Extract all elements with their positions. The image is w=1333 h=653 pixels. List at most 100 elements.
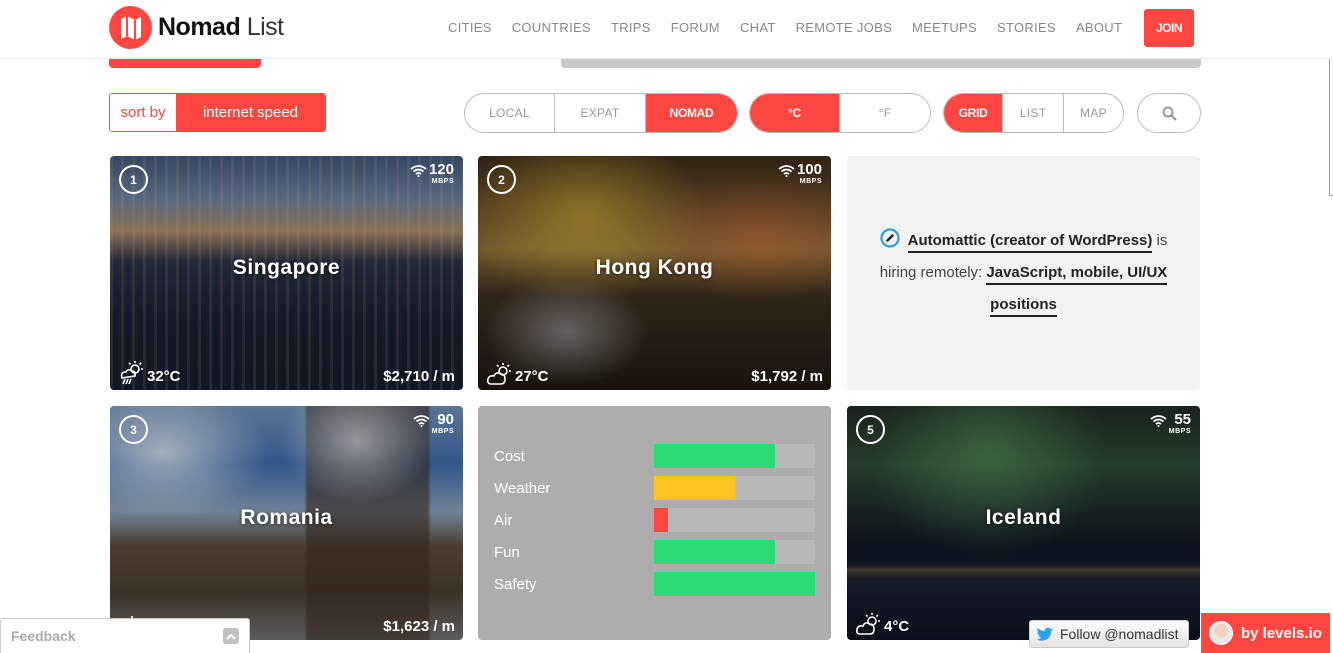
score-bar	[654, 572, 815, 596]
city-name: Hong Kong	[595, 256, 714, 279]
job-ad-text: Automattic (creator of WordPress) is hir…	[869, 225, 1178, 321]
wifi-icon	[778, 165, 795, 177]
feedback-widget[interactable]: Feedback	[0, 618, 250, 653]
score-row-weather: Weather	[494, 476, 815, 500]
cost-mode-expat[interactable]: EXPAT	[555, 94, 646, 132]
score-bar	[654, 508, 815, 532]
logo[interactable]: Nomad List	[109, 6, 284, 49]
made-by-label: by levels.io	[1241, 624, 1322, 642]
internet-speed: 120 MBPS	[410, 162, 454, 186]
feedback-label: Feedback	[11, 628, 76, 644]
cost-mode-nomad[interactable]: NOMAD	[646, 94, 737, 132]
score-label: Cost	[494, 447, 525, 465]
speed-value: 90	[437, 411, 454, 428]
score-bar-fill	[654, 572, 815, 596]
rank-badge: 2	[487, 165, 516, 194]
cost-mode-toggle: LOCAL EXPAT NOMAD	[464, 93, 738, 133]
brand-name: Nomad List	[158, 13, 284, 42]
search-button[interactable]	[1137, 93, 1201, 133]
hidden-grey-bar	[561, 59, 1201, 68]
follow-label: Follow @nomadlist	[1060, 626, 1179, 642]
speed-unit: MBPS	[1168, 428, 1191, 435]
hidden-red-bar	[109, 59, 261, 68]
city-card-singapore[interactable]: 1 120 MBPS Singapore 32°C $2,710 / m	[110, 156, 463, 390]
unit-celsius[interactable]: °C	[750, 94, 840, 132]
nav-trips[interactable]: TRIPS	[611, 20, 651, 35]
sort-by-control[interactable]: sort by internet speed	[109, 93, 326, 132]
weather: 27°C	[486, 362, 549, 386]
rain-sun-icon	[120, 361, 143, 385]
nav-remote-jobs[interactable]: REMOTE JOBS	[796, 20, 892, 35]
positions-link[interactable]: JavaScript, mobile, UI/UX positions	[986, 264, 1168, 317]
temperature-unit-toggle: °C °F	[749, 93, 931, 133]
author-avatar	[1209, 621, 1233, 645]
wifi-icon	[410, 165, 427, 177]
partly-cloudy-icon	[856, 613, 880, 635]
speed-value: 120	[428, 161, 454, 178]
twitter-bird-icon	[1036, 627, 1053, 641]
score-row-safety: Safety	[494, 572, 815, 596]
score-label: Safety	[494, 575, 537, 593]
score-label: Air	[494, 511, 513, 529]
chevron-up-icon[interactable]	[223, 628, 239, 644]
score-row-fun: Fun	[494, 540, 815, 564]
score-bar-fill	[654, 540, 775, 564]
nav-stories[interactable]: STORIES	[997, 20, 1056, 35]
cost-mode-local[interactable]: LOCAL	[465, 94, 555, 132]
view-grid[interactable]: GRID	[944, 94, 1003, 132]
rank-badge: 5	[856, 415, 885, 444]
city-name: Singapore	[232, 256, 341, 279]
speed-value: 100	[796, 161, 822, 178]
nav-about[interactable]: ABOUT	[1076, 20, 1122, 35]
score-row-air: Air	[494, 508, 815, 532]
nav-countries[interactable]: COUNTRIES	[512, 20, 591, 35]
temperature: 32°C	[147, 368, 181, 385]
wifi-icon	[1150, 415, 1167, 427]
nav-cities[interactable]: CITIES	[448, 20, 492, 35]
page-scrollbar[interactable]	[1329, 56, 1333, 196]
score-label: Weather	[494, 479, 551, 497]
job-ad: Automattic (creator of WordPress) is hir…	[847, 156, 1200, 390]
score-bar-fill	[654, 476, 735, 500]
twitter-follow-button[interactable]: Follow @nomadlist	[1029, 620, 1189, 648]
city-name: Romania	[240, 506, 333, 529]
unit-fahrenheit[interactable]: °F	[840, 94, 930, 132]
rank-badge: 1	[119, 165, 148, 194]
internet-speed: 100 MBPS	[778, 162, 822, 186]
city-card-iceland[interactable]: 5 55 MBPS Iceland 4°C	[847, 406, 1200, 640]
nav-chat[interactable]: CHAT	[740, 20, 776, 35]
view-list[interactable]: LIST	[1003, 94, 1064, 132]
monthly-cost: $1,623 / m	[383, 618, 455, 635]
join-button[interactable]: JOIN	[1144, 9, 1194, 47]
main-nav: CITIES COUNTRIES TRIPS FORUM CHAT REMOTE…	[438, 0, 1132, 55]
internet-speed: 55 MBPS	[1150, 412, 1191, 436]
temperature: 27°C	[515, 368, 549, 385]
weather: 32°C	[118, 360, 181, 386]
monthly-cost: $2,710 / m	[383, 368, 455, 385]
temperature: 4°C	[884, 618, 910, 635]
score-bar	[654, 444, 815, 468]
city-card-hong-kong[interactable]: 2 100 MBPS Hong Kong 27°C $1,792 / m	[478, 156, 831, 390]
speed-unit: MBPS	[431, 428, 454, 435]
speed-unit: MBPS	[799, 178, 822, 185]
monthly-cost: $1,792 / m	[751, 368, 823, 385]
partly-cloudy-icon	[487, 363, 511, 385]
rank-badge: 3	[119, 415, 148, 444]
nav-meetups[interactable]: MEETUPS	[912, 20, 977, 35]
city-name: Iceland	[985, 506, 1062, 529]
nav-forum[interactable]: FORUM	[671, 20, 720, 35]
score-bar	[654, 540, 815, 564]
sort-by-value[interactable]: internet speed	[176, 94, 325, 131]
brand-light: List	[246, 13, 284, 41]
score-bar	[654, 476, 815, 500]
company-link[interactable]: Automattic (creator of WordPress)	[907, 232, 1153, 253]
view-map[interactable]: MAP	[1064, 94, 1123, 132]
score-label: Fun	[494, 543, 520, 561]
weather: 4°C	[855, 612, 909, 636]
speed-unit: MBPS	[431, 178, 454, 185]
internet-speed: 90 MBPS	[413, 412, 454, 436]
city-card-romania[interactable]: 3 90 MBPS Romania $1,623 / m	[110, 406, 463, 640]
search-icon	[1162, 106, 1177, 121]
city-scores-card[interactable]: Cost Weather Air Fun Safety	[478, 406, 831, 640]
made-by-badge[interactable]: by levels.io	[1201, 613, 1330, 653]
